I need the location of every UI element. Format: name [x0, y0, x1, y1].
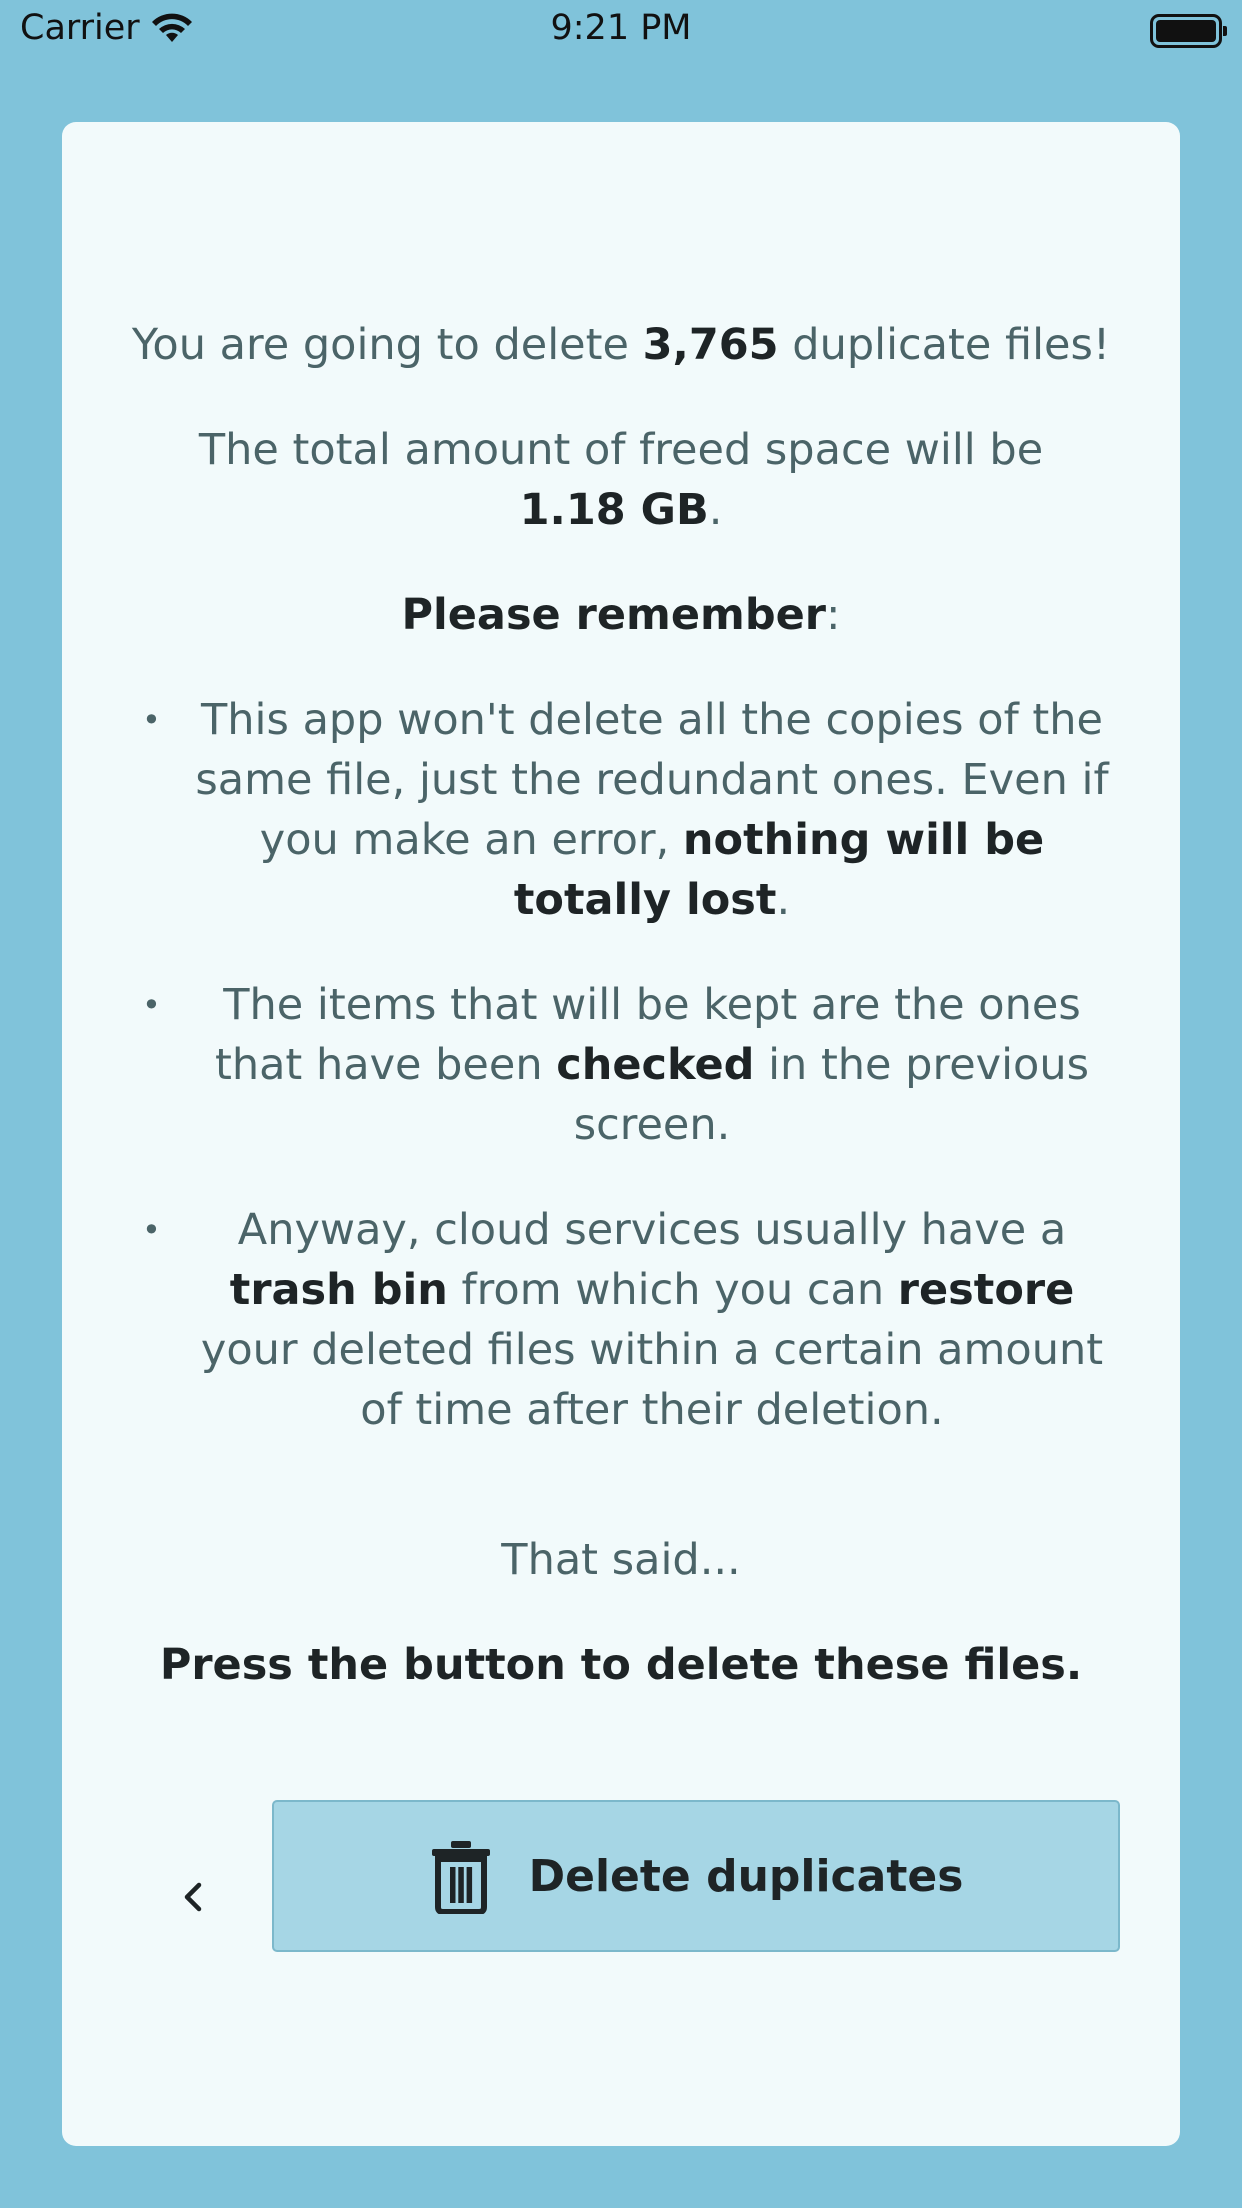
freed-space-message: The total amount of freed space will be 1… — [122, 420, 1120, 540]
remember-heading-colon: : — [825, 590, 841, 640]
bullet-bold-part: checked — [556, 1040, 755, 1090]
freed-space-prefix: The total amount of freed space will be — [198, 425, 1044, 475]
duplicate-count: 3,765 — [642, 320, 779, 370]
that-said-text: That said... — [501, 1535, 741, 1585]
status-bar: Carrier 9:21 PM — [0, 0, 1242, 62]
bullet-icon: • — [142, 701, 161, 739]
bullet-text: The items that will be kept are the ones… — [192, 975, 1112, 1155]
back-button[interactable] — [152, 1857, 232, 1937]
confirmation-card: You are going to delete 3,765 duplicate … — [62, 122, 1180, 2146]
chevron-left-icon — [184, 1882, 202, 1912]
battery-icon — [1150, 14, 1227, 48]
freed-space-suffix: . — [708, 485, 723, 535]
bullet-text: This app won't delete all the copies of … — [192, 690, 1112, 930]
instruction-text: Press the button to delete these files. — [159, 1640, 1083, 1690]
remember-heading-text: Please remember — [401, 590, 826, 640]
clock: 9:21 PM — [550, 8, 692, 48]
freed-space-size: 1.18 GB — [519, 485, 709, 535]
bullet-text-part: your deleted files within a certain amou… — [200, 1325, 1104, 1435]
delete-count-message: You are going to delete 3,765 duplicate … — [102, 315, 1140, 375]
count-suffix: duplicate files! — [778, 320, 1111, 370]
bullet-text-part: Anyway, cloud services usually have a — [237, 1205, 1067, 1255]
bullet-bold-part: restore — [897, 1265, 1075, 1315]
delete-duplicates-label: Delete duplicates — [528, 1850, 964, 1902]
bullet-text: Anyway, cloud services usually have a tr… — [192, 1200, 1112, 1440]
remember-heading: Please remember: — [102, 585, 1140, 645]
bullet-bold-part: trash bin — [229, 1265, 448, 1315]
bullet-text-part: from which you can — [447, 1265, 898, 1315]
bullet-icon: • — [142, 1211, 161, 1249]
bullet-icon: • — [142, 986, 161, 1024]
bullet-text-part: . — [776, 875, 791, 925]
count-prefix: You are going to delete — [131, 320, 643, 370]
trash-icon — [431, 1841, 490, 1914]
delete-duplicates-button[interactable]: Delete duplicates — [272, 1800, 1120, 1952]
